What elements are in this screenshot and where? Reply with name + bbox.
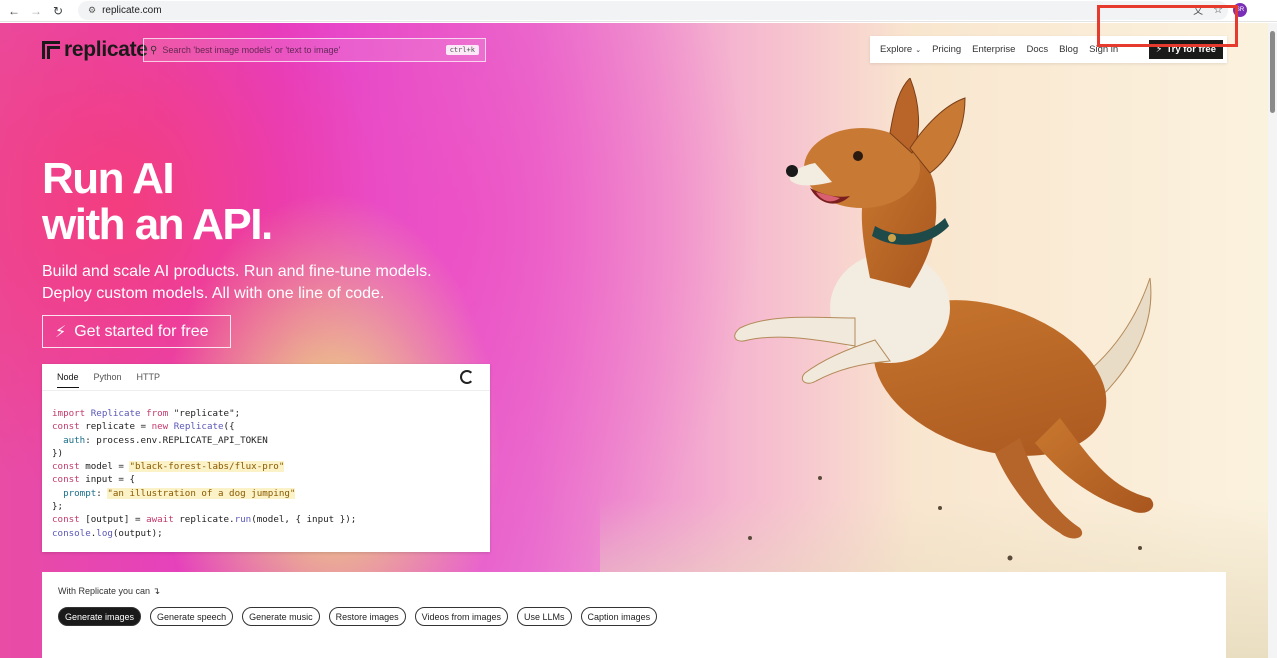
capabilities-label: With Replicate you can ↴ <box>58 586 161 596</box>
prompt-string: "an illustration of a dog jumping" <box>107 487 296 499</box>
hero-section: replicate ⚲ Search 'best image models' o… <box>0 23 1268 658</box>
model-string: "black-forest-labs/flux-pro" <box>129 461 285 473</box>
search-shortcut-badge: ctrl+k <box>445 45 479 55</box>
scrollbar-thumb[interactable] <box>1270 31 1275 113</box>
tab-python[interactable]: Python <box>94 372 122 382</box>
pill-generate-music[interactable]: Generate music <box>242 607 320 626</box>
logo-text: replicate <box>64 38 148 61</box>
url-text: replicate.com <box>102 5 162 16</box>
pill-videos-from-images[interactable]: Videos from images <box>414 607 509 626</box>
browser-toolbar: ← → ↻ ⚙ replicate.com 文 ☆ SR <box>0 0 1277 22</box>
nav-explore[interactable]: Explore ⌄ <box>880 44 921 55</box>
forward-icon[interactable]: → <box>25 0 47 22</box>
pill-use-llms[interactable]: Use LLMs <box>517 607 572 626</box>
capability-pills: Generate images Generate speech Generate… <box>58 607 658 626</box>
tab-node[interactable]: Node <box>57 372 79 388</box>
nav-docs[interactable]: Docs <box>1026 44 1048 55</box>
reload-icon[interactable]: ↻ <box>47 0 69 22</box>
nav-blog[interactable]: Blog <box>1059 44 1078 55</box>
chevron-down-icon: ⌄ <box>915 46 922 54</box>
hero-subtitle: Build and scale AI products. Run and fin… <box>42 263 432 302</box>
page-scrollbar[interactable] <box>1268 23 1277 658</box>
code-block: import Replicate from "replicate"; const… <box>52 408 357 539</box>
address-bar[interactable]: ⚙ replicate.com <box>78 1 1228 20</box>
loading-spinner-icon <box>460 370 474 384</box>
pill-generate-images[interactable]: Generate images <box>58 607 142 626</box>
code-tabs: Node Python HTTP <box>42 364 490 391</box>
dog-illustration <box>640 78 1200 638</box>
search-input[interactable]: ⚲ Search 'best image models' or 'text to… <box>143 38 486 62</box>
lightning-icon: ⚡︎ <box>55 323 67 341</box>
capabilities-card: With Replicate you can ↴ Generate images… <box>42 572 1226 658</box>
nav-enterprise[interactable]: Enterprise <box>972 44 1015 55</box>
pill-caption-images[interactable]: Caption images <box>580 607 658 626</box>
pill-restore-images[interactable]: Restore images <box>328 607 406 626</box>
back-icon[interactable]: ← <box>3 0 25 22</box>
get-started-button[interactable]: ⚡︎ Get started for free <box>42 315 231 348</box>
tab-http[interactable]: HTTP <box>137 372 161 382</box>
site-info-icon[interactable]: ⚙ <box>88 5 96 16</box>
hero-title: Run AI with an API. <box>42 154 273 249</box>
nav-pricing[interactable]: Pricing <box>932 44 961 55</box>
arrow-down-right-icon: ↴ <box>152 586 161 596</box>
highlight-annotation-box <box>1097 5 1238 47</box>
search-placeholder: Search 'best image models' or 'text to i… <box>162 45 341 55</box>
replicate-logo[interactable]: replicate <box>42 38 148 62</box>
pill-generate-speech[interactable]: Generate speech <box>150 607 234 626</box>
search-icon: ⚲ <box>150 44 158 56</box>
code-example-panel: Node Python HTTP import Replicate from "… <box>42 364 490 552</box>
replicate-logo-icon <box>42 41 60 59</box>
